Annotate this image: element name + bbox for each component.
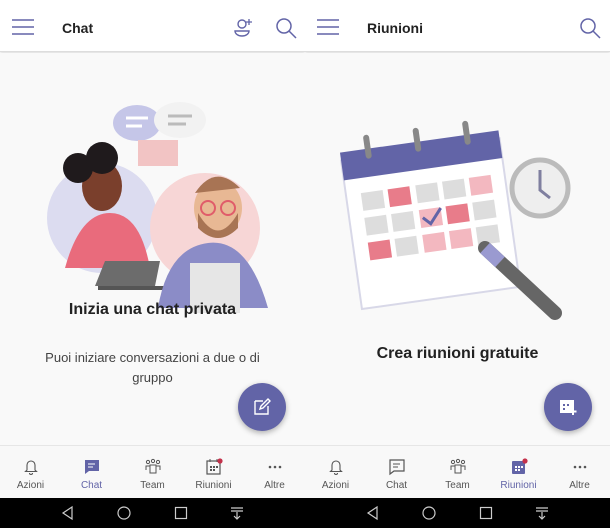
recents-icon[interactable] (173, 505, 189, 521)
tab-team[interactable]: Team (122, 446, 183, 498)
compose-icon (254, 398, 271, 415)
tab-altre[interactable]: Altre (549, 446, 610, 498)
hamburger-icon[interactable] (317, 19, 339, 35)
empty-state: Crea riunioni gratuite (305, 53, 610, 445)
tab-azioni[interactable]: Azioni (0, 446, 61, 498)
more-icon (266, 458, 284, 476)
tab-label: Riunioni (500, 480, 537, 491)
tab-azioni[interactable]: Azioni (305, 446, 366, 498)
empty-heading: Inizia una chat privata (68, 301, 237, 318)
calendar-icon (510, 458, 528, 476)
tab-riunioni[interactable]: Riunioni (183, 446, 244, 498)
android-nav-bar (0, 498, 305, 528)
top-bar: Riunioni (305, 0, 610, 52)
tab-label: Riunioni (195, 480, 232, 491)
calendar-add-icon (560, 400, 577, 415)
chat-screen: Chat Inizia una chat privata Puoi inizia… (0, 0, 305, 528)
tab-label: Altre (569, 480, 590, 491)
tab-label: Altre (264, 480, 285, 491)
android-nav-bar (305, 498, 610, 528)
search-icon[interactable] (578, 16, 602, 40)
bottom-tab-bar: Azioni Chat Team Riunioni Altre (305, 445, 610, 498)
page-title: Riunioni (367, 20, 423, 36)
bottom-tab-bar: Azioni Chat Team Riunioni Altre (0, 445, 305, 498)
tab-chat[interactable]: Chat (366, 446, 427, 498)
recents-icon[interactable] (478, 505, 494, 521)
new-meeting-button[interactable] (544, 383, 592, 431)
bell-icon (22, 458, 40, 476)
calendar-icon (205, 458, 223, 476)
tab-label: Chat (80, 480, 103, 491)
tab-label: Team (140, 480, 165, 491)
tab-label: Chat (385, 480, 408, 491)
tab-label: Azioni (321, 480, 350, 491)
tab-altre[interactable]: Altre (244, 446, 305, 498)
page-title: Chat (62, 20, 94, 36)
tab-label: Team (445, 480, 470, 491)
team-icon (144, 458, 162, 476)
empty-subtitle: Puoi iniziare conversazioni a due o di g… (45, 350, 260, 385)
search-icon[interactable] (274, 16, 298, 40)
tab-riunioni[interactable]: Riunioni (488, 446, 549, 498)
chat-icon (83, 458, 101, 476)
empty-heading: Crea riunioni gratuite (376, 345, 539, 362)
home-icon[interactable] (421, 505, 437, 521)
empty-state: Inizia una chat privata Puoi iniziare co… (0, 53, 305, 445)
tab-label: Azioni (16, 480, 45, 491)
add-person-icon[interactable] (232, 16, 256, 40)
calendar-illustration (339, 120, 571, 320)
notification-pull-icon[interactable] (534, 505, 550, 521)
more-icon (571, 458, 589, 476)
home-icon[interactable] (116, 505, 132, 521)
tab-team[interactable]: Team (427, 446, 488, 498)
chat-icon (388, 458, 406, 476)
bell-icon (327, 458, 345, 476)
top-bar: Chat (0, 0, 305, 52)
back-icon[interactable] (60, 505, 76, 521)
back-icon[interactable] (365, 505, 381, 521)
tab-chat[interactable]: Chat (61, 446, 122, 498)
notification-pull-icon[interactable] (229, 505, 245, 521)
meetings-screen: Riunioni Crea riunioni gratuite Azioni C… (305, 0, 610, 528)
new-chat-button[interactable] (238, 383, 286, 431)
team-icon (449, 458, 467, 476)
hamburger-icon[interactable] (12, 19, 34, 35)
chat-illustration (47, 102, 268, 313)
